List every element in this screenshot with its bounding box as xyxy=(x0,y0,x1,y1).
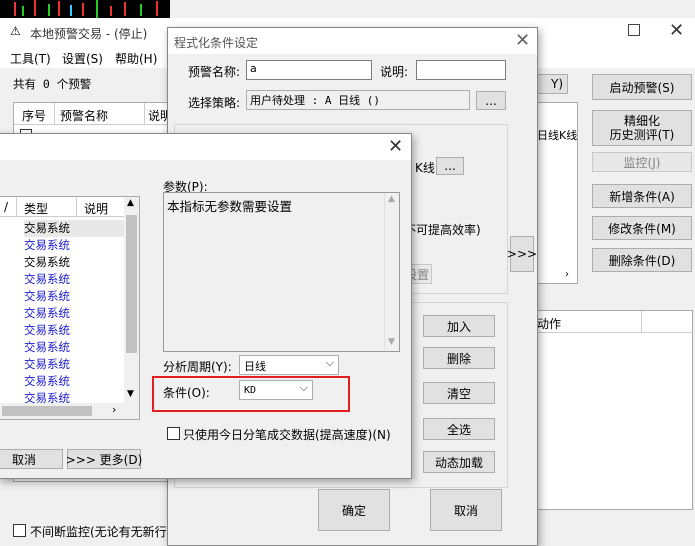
col-kline: K线 xyxy=(559,129,578,142)
alert-count: 共有 0 个预警 xyxy=(13,77,92,91)
scroll-up-icon[interactable]: ▲ xyxy=(127,198,134,208)
menu-tools[interactable]: 工具(T) xyxy=(10,50,51,67)
monitor-button[interactable]: 监控(J) xyxy=(592,152,692,172)
restore-icon[interactable] xyxy=(628,24,640,36)
chevron-down-icon: ⌵ xyxy=(299,381,308,394)
cancel-button[interactable]: 取消 xyxy=(430,489,502,531)
indicator-list[interactable]: / 类型 说明 交易系统 交易系统 交易系统 交易系统 交易系统 交易系统 交易… xyxy=(0,196,140,420)
list-item[interactable]: 交易系统 xyxy=(24,339,124,356)
indicator-list-hscroll[interactable]: › xyxy=(0,403,139,419)
menu-settings[interactable]: 设置(S) xyxy=(62,50,103,67)
scroll-thumb[interactable] xyxy=(126,215,137,353)
strategy-label: 选择策略: xyxy=(188,96,241,110)
arrow-button[interactable]: >>> xyxy=(507,236,537,272)
indicator-list-vscroll[interactable]: ▲ ▼ xyxy=(124,197,139,403)
col-alert-name[interactable]: 预警名称 xyxy=(60,107,108,124)
desc-input[interactable] xyxy=(416,60,506,80)
condition-select[interactable]: KD ⌵ xyxy=(239,380,313,400)
params-textarea[interactable]: 本指标无参数需要设置 ▲ ▼ xyxy=(163,192,400,352)
scroll-right-icon[interactable]: › xyxy=(112,403,116,416)
menu-help[interactable]: 帮助(H) xyxy=(115,50,157,67)
modify-condition-button[interactable]: 修改条件(M) xyxy=(592,216,692,240)
list-item[interactable]: 交易系统 xyxy=(24,373,124,390)
more-button[interactable]: >>> 更多(D) xyxy=(66,449,142,469)
chevron-down-icon: ⌵ xyxy=(325,356,334,369)
col-action[interactable]: 动作 xyxy=(537,315,561,332)
ok-button[interactable]: 确定 xyxy=(318,489,390,531)
desc-label: 说明: xyxy=(380,65,409,79)
kline-partial-label: K线 xyxy=(415,161,435,175)
condition-dialog-titlebar: 程式化条件设定 ✕ xyxy=(168,28,537,54)
close-icon[interactable]: ✕ xyxy=(669,22,684,40)
delete-condition-button[interactable]: 删除条件(D) xyxy=(592,248,692,272)
efficiency-partial-label: 不可提高效率) xyxy=(404,223,481,237)
alert-name-label: 预警名称: xyxy=(188,65,241,79)
period-select[interactable]: 日线 ⌵ xyxy=(239,355,339,375)
select-all-button[interactable]: 全选 xyxy=(423,418,495,440)
hscroll-thumb[interactable] xyxy=(2,406,92,416)
params-scroll-up-icon[interactable]: ▲ xyxy=(388,194,395,204)
params-vscroll[interactable]: ▲ ▼ xyxy=(384,193,399,351)
indicator-dialog-titlebar: ✕ xyxy=(0,134,411,160)
kline-browse-button[interactable]: ... xyxy=(436,157,464,175)
period-label: 分析周期(Y): xyxy=(163,360,232,374)
strategy-browse-button[interactable]: ... xyxy=(476,91,506,110)
alert-name-input[interactable]: a xyxy=(246,60,372,80)
chart-strip xyxy=(0,0,170,18)
today-only-checkbox[interactable] xyxy=(167,427,180,440)
add-button[interactable]: 加入 xyxy=(423,315,495,337)
main-title: 本地预警交易 - (停止) xyxy=(30,27,148,41)
col-index[interactable]: 序号 xyxy=(22,107,46,124)
indicator-rows: 交易系统 交易系统 交易系统 交易系统 交易系统 交易系统 交易系统 交易系统 … xyxy=(24,220,124,407)
today-only-label: 只使用今日分笔成交数据(提高速度)(N) xyxy=(183,428,391,442)
list-item[interactable]: 交易系统 xyxy=(24,288,124,305)
delete-button[interactable]: 删除 xyxy=(423,347,495,369)
col-daily: 日线 xyxy=(537,129,559,142)
list-item[interactable]: 交易系统 xyxy=(24,220,124,237)
indicator-cancel-button[interactable]: 取消 xyxy=(0,449,63,469)
condition-dialog-title: 程式化条件设定 xyxy=(174,36,259,50)
list-item[interactable]: 交易系统 xyxy=(24,322,124,339)
start-alert-button[interactable]: 启动预警(S) xyxy=(592,74,692,100)
list-item[interactable]: 交易系统 xyxy=(24,271,124,288)
indicator-dialog-close-icon[interactable]: ✕ xyxy=(388,138,403,156)
add-condition-button[interactable]: 新增条件(A) xyxy=(592,184,692,208)
scroll-right-icon[interactable]: › xyxy=(565,269,569,280)
list-item[interactable]: 交易系统 xyxy=(24,254,124,271)
continuous-monitor-label: 不间断监控(无论有无新行 xyxy=(30,525,167,539)
indicator-dialog: ✕ / 类型 说明 交易系统 交易系统 交易系统 交易系统 交易系统 交易系统 … xyxy=(0,133,412,479)
dynamic-load-button[interactable]: 动态加载 xyxy=(423,451,495,473)
clear-button[interactable]: 清空 xyxy=(423,382,495,404)
params-scroll-down-icon[interactable]: ▼ xyxy=(388,337,395,347)
app-logo-icon: ⚠ xyxy=(10,24,21,38)
list-item[interactable]: 交易系统 xyxy=(24,237,124,254)
condition-label: 条件(O): xyxy=(163,386,210,400)
list-item[interactable]: 交易系统 xyxy=(24,356,124,373)
refine-button[interactable]: 精细化 历史测评(T) xyxy=(592,110,692,146)
scroll-down-icon[interactable]: ▼ xyxy=(127,389,134,399)
action-grid[interactable]: 动作 xyxy=(530,310,694,510)
col-type[interactable]: 类型 xyxy=(24,200,48,217)
col-sort[interactable]: / xyxy=(4,200,8,214)
col-indicator-desc[interactable]: 说明 xyxy=(84,200,108,217)
list-item[interactable]: 交易系统 xyxy=(24,305,124,322)
strategy-field[interactable]: 用户待处理 : A 日线 () xyxy=(246,90,470,110)
continuous-monitor-checkbox[interactable] xyxy=(13,524,26,537)
condition-dialog-close-icon[interactable]: ✕ xyxy=(515,32,530,50)
